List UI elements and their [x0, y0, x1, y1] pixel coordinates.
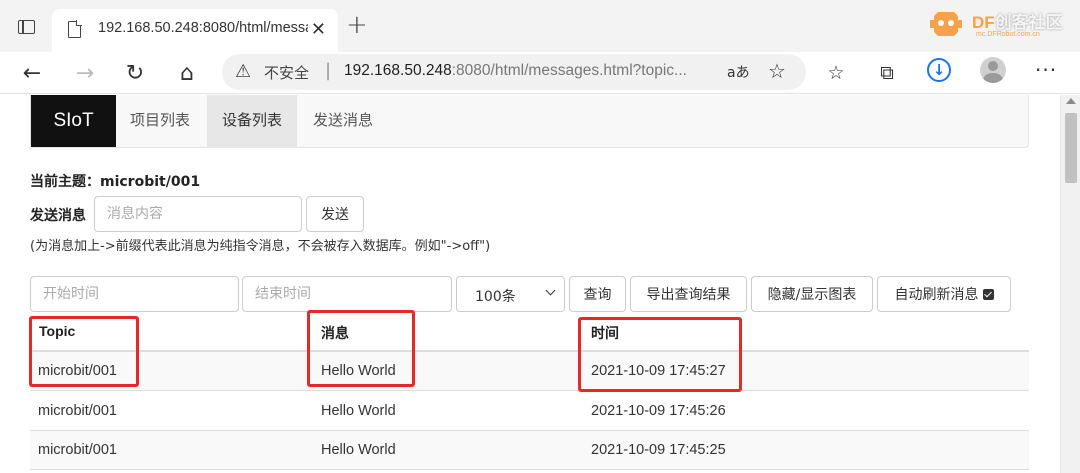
page-scrollbar[interactable] — [1060, 95, 1080, 473]
app-navbar: SIoT 项目列表 设备列表 发送消息 — [30, 95, 1029, 148]
message-content-input[interactable] — [94, 196, 302, 232]
url-text[interactable]: 192.168.50.248:8080/html/messages.html?t… — [344, 62, 687, 80]
query-button[interactable]: 查询 — [569, 276, 626, 312]
browser-tab[interactable]: 192.168.50.248:8080/html/messages.html ✕ — [52, 9, 338, 52]
cell-message: Hello World — [321, 442, 396, 458]
app-brand[interactable]: SIoT — [31, 95, 116, 147]
start-time-input[interactable] — [30, 276, 239, 312]
auto-refresh-button[interactable]: 自动刷新消息 — [877, 276, 1011, 312]
address-bar[interactable]: ⚠ 不安全 | 192.168.50.248:8080/html/message… — [222, 54, 806, 90]
current-topic: 当前主题：microbit/001 — [30, 171, 200, 191]
more-options-icon[interactable]: ··· — [1035, 58, 1057, 82]
home-icon[interactable]: ⌂ — [172, 58, 202, 88]
cell-time: 2021-10-09 17:45:25 — [591, 442, 726, 458]
collections-icon[interactable]: ⧉ — [874, 60, 900, 86]
current-topic-value: microbit/001 — [100, 174, 201, 190]
chevron-down-icon — [545, 285, 556, 296]
send-message-label: 发送消息 — [30, 208, 86, 224]
warning-icon[interactable]: ⚠ — [235, 61, 251, 82]
nav-item-devices[interactable]: 设备列表 — [207, 95, 297, 147]
toggle-chart-button[interactable]: 隐藏/显示图表 — [751, 276, 873, 312]
current-topic-label: 当前主题： — [30, 174, 100, 190]
forward-icon[interactable]: → — [70, 58, 100, 88]
highlight-topic-column — [29, 316, 139, 387]
highlight-message-column — [307, 310, 415, 387]
new-tab-icon[interactable]: + — [346, 12, 368, 38]
command-hint-text: (为消息加上->前缀代表此消息为纯指令消息，不会被存入数据库。例如"->off"… — [30, 239, 491, 254]
table-row: microbit/001 Hello World 2021-10-09 17:4… — [30, 392, 1029, 431]
close-tab-icon[interactable]: ✕ — [311, 19, 326, 40]
back-icon[interactable]: ← — [17, 58, 47, 88]
dfrobot-watermark: DF创客社区 mc.DFRobot.com.cn — [920, 4, 1080, 44]
security-label[interactable]: 不安全 — [264, 62, 309, 83]
add-favorite-icon[interactable]: ☆ — [768, 59, 786, 83]
nav-item-send-message[interactable]: 发送消息 — [297, 95, 389, 147]
watermark-site: mc.DFRobot.com.cn — [976, 31, 1040, 38]
browser-tab-bar: 192.168.50.248:8080/html/messages.html ✕… — [0, 0, 1080, 52]
scroll-up-icon[interactable] — [1066, 98, 1076, 104]
cell-message: Hello World — [321, 403, 396, 419]
robot-logo-icon — [930, 12, 962, 36]
scroll-thumb[interactable] — [1065, 113, 1077, 183]
end-time-input[interactable] — [242, 276, 452, 312]
table-row: microbit/001 Hello World 2021-10-09 17:4… — [30, 352, 1029, 391]
read-aloud-icon[interactable]: aあ — [727, 62, 750, 82]
page-icon — [68, 20, 82, 38]
count-select[interactable]: 100条 — [456, 276, 565, 312]
favorites-icon[interactable]: ☆ — [823, 60, 849, 86]
tab-actions-icon[interactable] — [18, 20, 35, 34]
send-button[interactable]: 发送 — [306, 196, 364, 232]
watermark-brand: DF创客社区 — [972, 13, 1063, 32]
export-results-button[interactable]: 导出查询结果 — [630, 276, 747, 312]
cell-topic: microbit/001 — [38, 403, 117, 419]
table-header: Topic 消息 时间 — [30, 313, 1029, 352]
avatar[interactable] — [980, 57, 1006, 83]
auto-refresh-checkbox-icon[interactable] — [982, 289, 994, 300]
refresh-icon[interactable]: ↻ — [120, 58, 150, 88]
download-icon[interactable]: ↓ — [927, 58, 951, 82]
highlight-time-column — [578, 317, 742, 392]
table-row: microbit/001 Hello World 2021-10-09 17:4… — [30, 431, 1029, 470]
cell-time: 2021-10-09 17:45:26 — [591, 403, 726, 419]
browser-toolbar: ← → ↻ ⌂ ⚠ 不安全 | 192.168.50.248:8080/html… — [0, 52, 1080, 94]
nav-item-projects[interactable]: 项目列表 — [116, 95, 204, 147]
address-separator: | — [325, 60, 332, 81]
auto-refresh-label: 自动刷新消息 — [894, 287, 979, 303]
cell-topic: microbit/001 — [38, 442, 117, 458]
tab-title: 192.168.50.248:8080/html/messages.html — [98, 20, 308, 36]
count-select-value: 100条 — [475, 289, 516, 305]
